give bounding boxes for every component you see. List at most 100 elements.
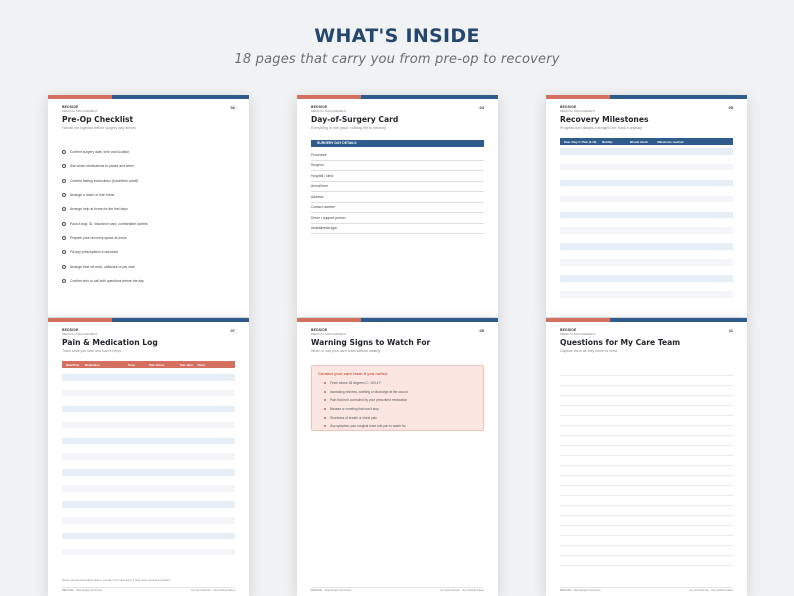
page-warning-signs: BEDSIDE MEDICAL MANAGEMENT 09 Warning Si…	[297, 318, 498, 596]
writing-line[interactable]	[560, 526, 733, 536]
page-color-bar	[48, 318, 249, 322]
table-row[interactable]	[62, 501, 235, 508]
table-row[interactable]	[560, 259, 733, 266]
page-subtitle: Handle the logistics before surgery day …	[62, 126, 136, 130]
table-row[interactable]	[560, 291, 733, 298]
writing-line[interactable]	[560, 506, 733, 516]
page-subtitle: Everything in one place: nothing left to…	[311, 126, 386, 130]
table-row[interactable]	[62, 389, 235, 397]
writing-line[interactable]	[560, 546, 733, 556]
checklist-item-label: Arrange time off work, childcare or pet …	[70, 264, 135, 269]
page-number: 05	[728, 105, 733, 110]
writing-line[interactable]	[560, 436, 733, 446]
writing-line[interactable]	[560, 446, 733, 456]
writing-line[interactable]	[560, 536, 733, 546]
table-row[interactable]	[560, 227, 733, 234]
table-row[interactable]	[62, 485, 235, 492]
checkbox-icon[interactable]	[62, 250, 66, 255]
brand-tagline: MEDICAL MANAGEMENT	[311, 332, 347, 336]
table-row[interactable]	[560, 148, 733, 155]
writing-line[interactable]	[560, 516, 733, 526]
table-row[interactable]	[62, 421, 235, 429]
writing-line[interactable]	[560, 496, 733, 506]
table-row[interactable]	[560, 243, 733, 250]
table-row[interactable]	[62, 548, 235, 556]
checkbox-icon[interactable]	[62, 278, 66, 283]
page-number: 07	[230, 328, 235, 333]
writing-lines	[560, 366, 733, 566]
table-row[interactable]	[560, 275, 733, 282]
warning-item-label: Any symptom your surgical team told you …	[330, 424, 406, 429]
warning-item-label: Nausea or vomiting that won't stop	[330, 407, 379, 412]
bullet-icon	[324, 416, 326, 419]
bullet-icon	[324, 408, 326, 411]
checklist-item-label: Arrange a driver or ride home	[70, 193, 115, 198]
writing-line[interactable]	[560, 476, 733, 486]
warning-item: Fever above 38 degrees C / 100.4 F	[318, 379, 477, 388]
page-subtitle: When to call your care team without wait…	[311, 349, 381, 353]
warning-item: Nausea or vomiting that won't stop	[318, 405, 477, 414]
table-row[interactable]	[62, 532, 235, 540]
column-header: Mobility	[602, 139, 613, 144]
writing-line[interactable]	[560, 486, 733, 496]
checklist-item: Confirm surgery date, time and location	[62, 145, 232, 159]
page-color-bar	[297, 95, 498, 99]
table-row[interactable]	[62, 437, 235, 445]
bullet-icon	[324, 425, 326, 428]
checklist-item-label: Fill any prescriptions in advance	[70, 250, 119, 255]
writing-line[interactable]	[560, 556, 733, 566]
page-footer: BEDSIDE · Post-Surgery Recovery For pers…	[311, 587, 484, 592]
writing-line[interactable]	[560, 466, 733, 476]
page-number: 02	[230, 105, 235, 110]
table-row[interactable]	[62, 453, 235, 460]
page-number: 04	[479, 105, 484, 110]
checkbox-icon[interactable]	[62, 207, 66, 212]
checkbox-icon[interactable]	[62, 178, 66, 183]
checklist-item-label: Prepare your recovery space at home	[70, 235, 127, 240]
page-title: Day-of-Surgery Card	[311, 115, 399, 124]
checkbox-icon[interactable]	[62, 221, 66, 226]
footer-left: BEDSIDE · Post-Surgery Recovery	[560, 589, 601, 592]
card-field: Anaesthesia type	[311, 224, 484, 234]
writing-line[interactable]	[560, 456, 733, 466]
column-header: Date/Time	[66, 362, 80, 367]
checklist-item: Confirm who to call with questions befor…	[62, 274, 232, 288]
writing-line[interactable]	[560, 366, 733, 376]
checklist-item-label: Arrange help at home for the first days	[70, 207, 128, 212]
table-row[interactable]	[62, 517, 235, 524]
table-row[interactable]	[62, 374, 235, 381]
checkbox-icon[interactable]	[62, 235, 66, 240]
writing-line[interactable]	[560, 426, 733, 436]
writing-line[interactable]	[560, 416, 733, 426]
writing-line[interactable]	[560, 396, 733, 406]
table-row[interactable]	[560, 211, 733, 219]
table-rows	[560, 148, 733, 307]
checkbox-icon[interactable]	[62, 164, 66, 169]
table-row[interactable]	[560, 195, 733, 203]
table-row[interactable]	[560, 163, 733, 171]
table-row[interactable]	[62, 405, 235, 413]
page-subtitle: Track what you take and how it helps	[62, 349, 121, 353]
checklist-item: Arrange help at home for the first days	[62, 202, 232, 216]
footer-left: BEDSIDE · Post-Surgery Recovery	[62, 589, 103, 592]
table-rows	[62, 374, 235, 565]
writing-line[interactable]	[560, 386, 733, 396]
checklist-item-label: Confirm fasting instructions (food/drink…	[70, 178, 139, 183]
writing-line[interactable]	[560, 376, 733, 386]
table-row[interactable]	[62, 469, 235, 476]
warning-list: Fever above 38 degrees C / 100.4 F Increa…	[318, 379, 477, 431]
column-header: Wound check	[629, 139, 648, 144]
checkbox-icon[interactable]	[62, 150, 66, 155]
writing-line[interactable]	[560, 406, 733, 416]
page-number: 11	[728, 328, 733, 333]
brand-tagline: MEDICAL MANAGEMENT	[560, 109, 596, 113]
checkbox-icon[interactable]	[62, 264, 66, 269]
checkbox-icon[interactable]	[62, 193, 66, 198]
checklist-item-label: Confirm who to call with questions befor…	[70, 278, 144, 283]
checklist-item: Fill any prescriptions in advance	[62, 245, 232, 259]
checklist-item: Confirm fasting instructions (food/drink…	[62, 174, 232, 188]
checklist-item: Arrange a driver or ride home	[62, 188, 232, 202]
column-header: Pain after	[180, 362, 193, 367]
table-row[interactable]	[560, 179, 733, 187]
page-color-bar	[546, 95, 747, 99]
